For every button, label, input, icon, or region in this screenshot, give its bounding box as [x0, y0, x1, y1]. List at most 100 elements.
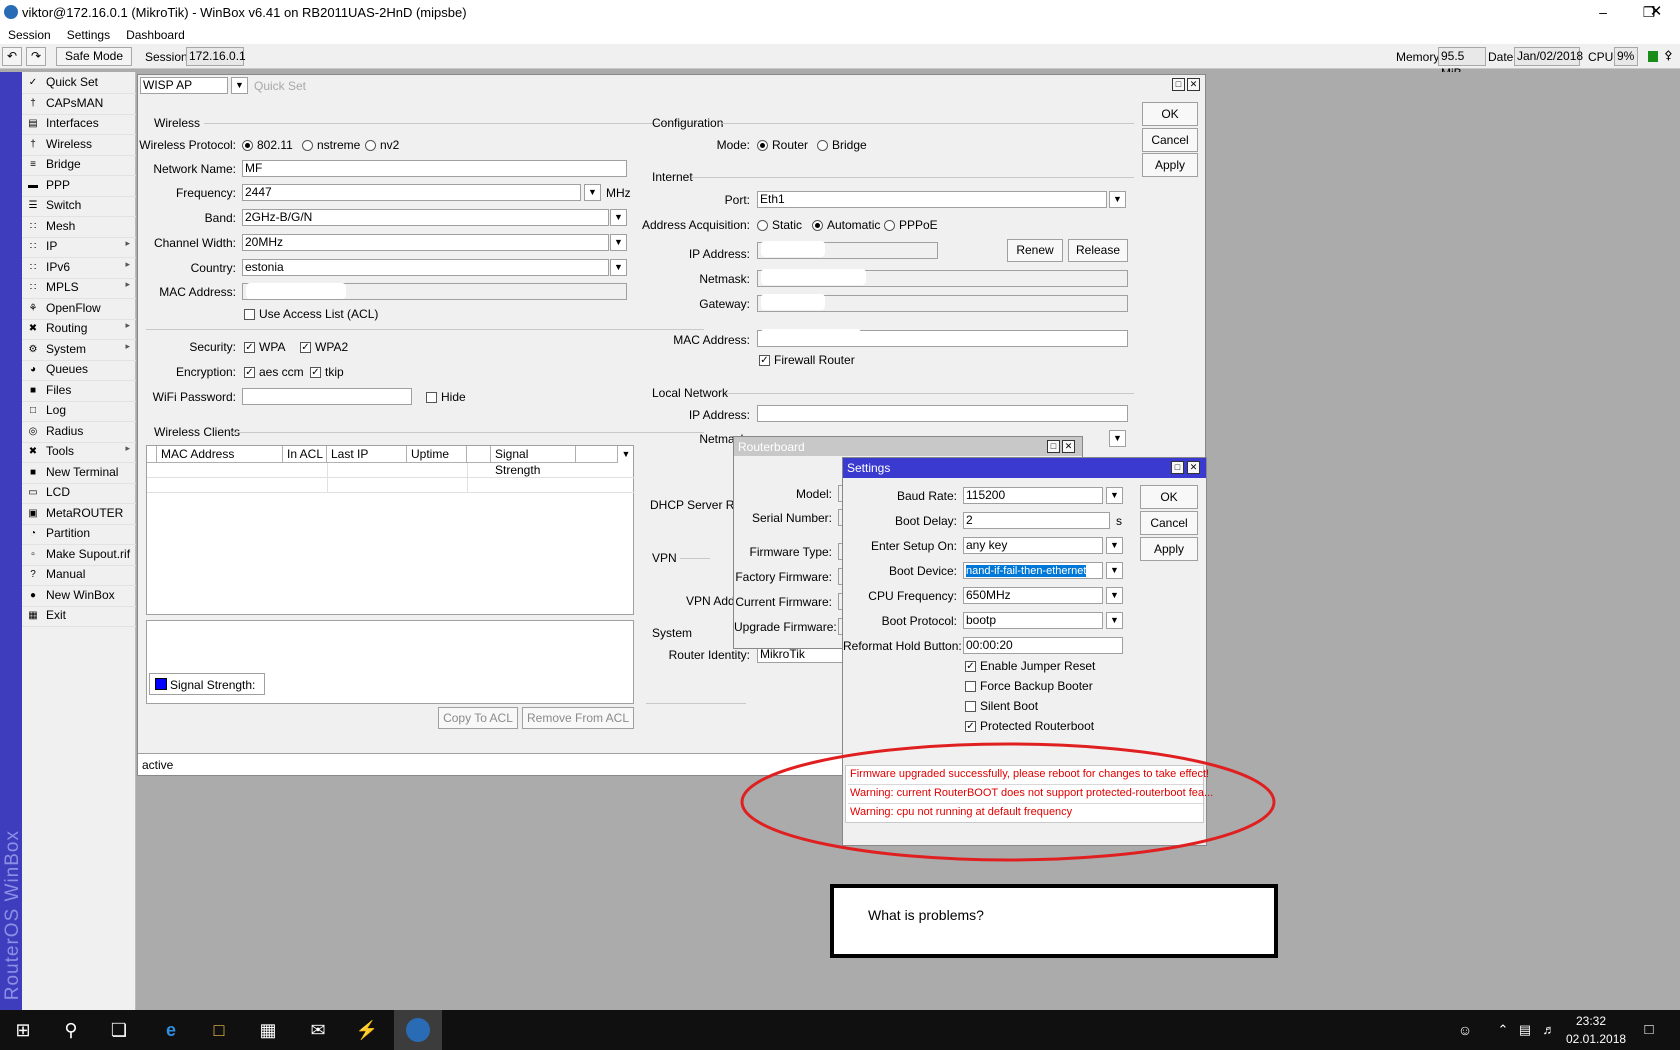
sidebar-item-tools[interactable]: ✖ Tools ▸	[22, 441, 136, 463]
sidebar-item-interfaces[interactable]: ▤ Interfaces	[22, 113, 136, 135]
column-menu-icon[interactable]: ▼	[618, 446, 634, 463]
enter-setup-select[interactable]: any key	[963, 537, 1103, 554]
chevron-down-icon[interactable]: ▼	[1109, 191, 1126, 208]
network-icon[interactable]: ▤	[1512, 1018, 1538, 1042]
sidebar-item-make-supout-rif[interactable]: ▫ Make Supout.rif	[22, 544, 136, 566]
channel-width-select[interactable]: 20MHz	[242, 234, 609, 251]
release-button[interactable]: Release	[1068, 239, 1128, 262]
country-select[interactable]: estonia	[242, 259, 609, 276]
close-icon[interactable]: ✕	[1187, 461, 1200, 474]
menu-settings[interactable]: Settings	[67, 26, 110, 44]
col-in-acl[interactable]: In ACL	[283, 446, 327, 463]
sidebar-item-exit[interactable]: ▦ Exit	[22, 605, 136, 627]
settings-ok-button[interactable]: OK	[1140, 485, 1198, 509]
settings-apply-button[interactable]: Apply	[1140, 537, 1198, 561]
mail-icon[interactable]: ✉	[305, 1018, 331, 1042]
jumper-reset-checkbox[interactable]: ✓	[965, 661, 976, 672]
chevron-down-icon[interactable]: ▼	[231, 77, 248, 94]
clock-time[interactable]: 23:32	[1576, 1014, 1606, 1028]
mode-router-radio[interactable]	[757, 140, 768, 151]
chevron-down-icon[interactable]: ▼	[610, 259, 627, 276]
sidebar-item-partition[interactable]: ◔ Partition	[22, 523, 136, 545]
chevron-down-icon[interactable]: ▼	[584, 184, 601, 201]
cpu-frequency-select[interactable]: 650MHz	[963, 587, 1103, 604]
chevron-down-icon[interactable]: ▼	[610, 209, 627, 226]
sidebar-item-quick-set[interactable]: ✓ Quick Set	[22, 72, 136, 94]
windows-start-icon[interactable]: ⊞	[10, 1018, 36, 1042]
protocol-nstreme-radio[interactable]	[302, 140, 313, 151]
sidebar-item-wireless[interactable]: † Wireless	[22, 134, 136, 156]
remove-from-acl-button[interactable]: Remove From ACL	[522, 707, 634, 729]
search-icon[interactable]: ⚲	[58, 1018, 84, 1042]
sidebar-item-openflow[interactable]: ⚘ OpenFlow	[22, 298, 136, 320]
task-view-icon[interactable]: ❏	[106, 1018, 132, 1042]
acq-automatic-radio[interactable]	[812, 220, 823, 231]
winbox-taskbar-button[interactable]	[394, 1010, 442, 1050]
sidebar-item-new-winbox[interactable]: ● New WinBox	[22, 585, 136, 607]
hide-checkbox[interactable]	[426, 392, 437, 403]
sidebar-item-queues[interactable]: ◕ Queues	[22, 359, 136, 381]
quickset-mode-select[interactable]: WISP AP	[140, 77, 228, 94]
minimize-icon[interactable]: –	[1580, 2, 1626, 24]
redo-icon[interactable]: ↷	[26, 47, 46, 66]
clock-date[interactable]: 02.01.2018	[1566, 1032, 1626, 1046]
maximize-icon[interactable]: □	[1171, 461, 1184, 474]
boot-delay-input[interactable]: 2	[963, 512, 1110, 529]
acl-checkbox[interactable]	[244, 309, 255, 320]
network-name-input[interactable]: MF	[242, 160, 627, 177]
sidebar-item-files[interactable]: ■ Files	[22, 380, 136, 402]
sidebar-item-ppp[interactable]: ▬ PPP	[22, 175, 136, 197]
safe-mode-button[interactable]: Safe Mode	[56, 47, 132, 66]
maximize-icon[interactable]: □	[1172, 78, 1185, 91]
undo-icon[interactable]: ↶	[2, 47, 22, 66]
chevron-down-icon[interactable]: ▼	[610, 234, 627, 251]
table-row[interactable]	[147, 478, 634, 493]
firewall-checkbox[interactable]: ✓	[759, 355, 770, 366]
sidebar-item-switch[interactable]: ☰ Switch	[22, 195, 136, 217]
col-mac-address[interactable]: MAC Address	[157, 446, 283, 463]
baud-rate-select[interactable]: 115200	[963, 487, 1103, 504]
protocol-80211-radio[interactable]	[242, 140, 253, 151]
maximize-icon[interactable]: □	[1047, 440, 1060, 453]
sidebar-item-metarouter[interactable]: ▣ MetaROUTER	[22, 503, 136, 525]
sidebar-item-lcd[interactable]: ▭ LCD	[22, 482, 136, 504]
edge-icon[interactable]: e	[158, 1018, 184, 1042]
sidebar-item-system[interactable]: ⚙ System ▸	[22, 339, 136, 361]
aes-checkbox[interactable]: ✓	[244, 367, 255, 378]
app-icon[interactable]: ⚡	[354, 1018, 380, 1042]
menu-dashboard[interactable]: Dashboard	[126, 26, 185, 44]
chevron-down-icon[interactable]: ▼	[1106, 587, 1123, 604]
sidebar-item-mpls[interactable]: ∷ MPLS ▸	[22, 277, 136, 299]
port-select[interactable]: Eth1	[757, 191, 1107, 208]
store-icon[interactable]: ▦	[255, 1018, 281, 1042]
protocol-nv2-radio[interactable]	[365, 140, 376, 151]
chevron-down-icon[interactable]: ▼	[1106, 487, 1123, 504]
chevron-down-icon[interactable]: ▼	[1106, 537, 1123, 554]
sidebar-item-new-terminal[interactable]: ■ New Terminal	[22, 462, 136, 484]
sidebar-item-bridge[interactable]: ≡ Bridge	[22, 154, 136, 176]
mode-bridge-radio[interactable]	[817, 140, 828, 151]
sidebar-item-capsman[interactable]: † CAPsMAN	[22, 93, 136, 115]
local-ip-input[interactable]	[757, 405, 1128, 422]
close-window-icon[interactable]: ✕	[1636, 2, 1676, 24]
sidebar-item-routing[interactable]: ✖ Routing ▸	[22, 318, 136, 340]
table-row[interactable]	[147, 463, 634, 478]
boot-device-select[interactable]: nand-if-fail-then-ethernet	[963, 562, 1103, 579]
sidebar-item-ipv6[interactable]: ∷ IPv6 ▸	[22, 257, 136, 279]
settings-cancel-button[interactable]: Cancel	[1140, 511, 1198, 535]
col-signal-strength[interactable]: Signal Strength	[491, 446, 576, 477]
boot-protocol-select[interactable]: bootp	[963, 612, 1103, 629]
notifications-icon[interactable]: □	[1636, 1018, 1662, 1042]
col-uptime[interactable]: Uptime	[407, 446, 467, 463]
ok-button[interactable]: OK	[1142, 102, 1198, 126]
session-field[interactable]: 172.16.0.1	[186, 47, 246, 66]
chevron-down-icon[interactable]: ▼	[1109, 430, 1126, 447]
acq-pppoe-radio[interactable]	[884, 220, 895, 231]
sidebar-item-log[interactable]: □ Log	[22, 400, 136, 422]
close-icon[interactable]: ✕	[1187, 78, 1200, 91]
frequency-input[interactable]: 2447	[242, 184, 581, 201]
col-blank[interactable]	[467, 446, 491, 463]
sidebar-item-mesh[interactable]: ∷ Mesh	[22, 216, 136, 238]
wifi-password-input[interactable]	[242, 388, 412, 405]
sidebar-item-ip[interactable]: ∷ IP ▸	[22, 236, 136, 258]
